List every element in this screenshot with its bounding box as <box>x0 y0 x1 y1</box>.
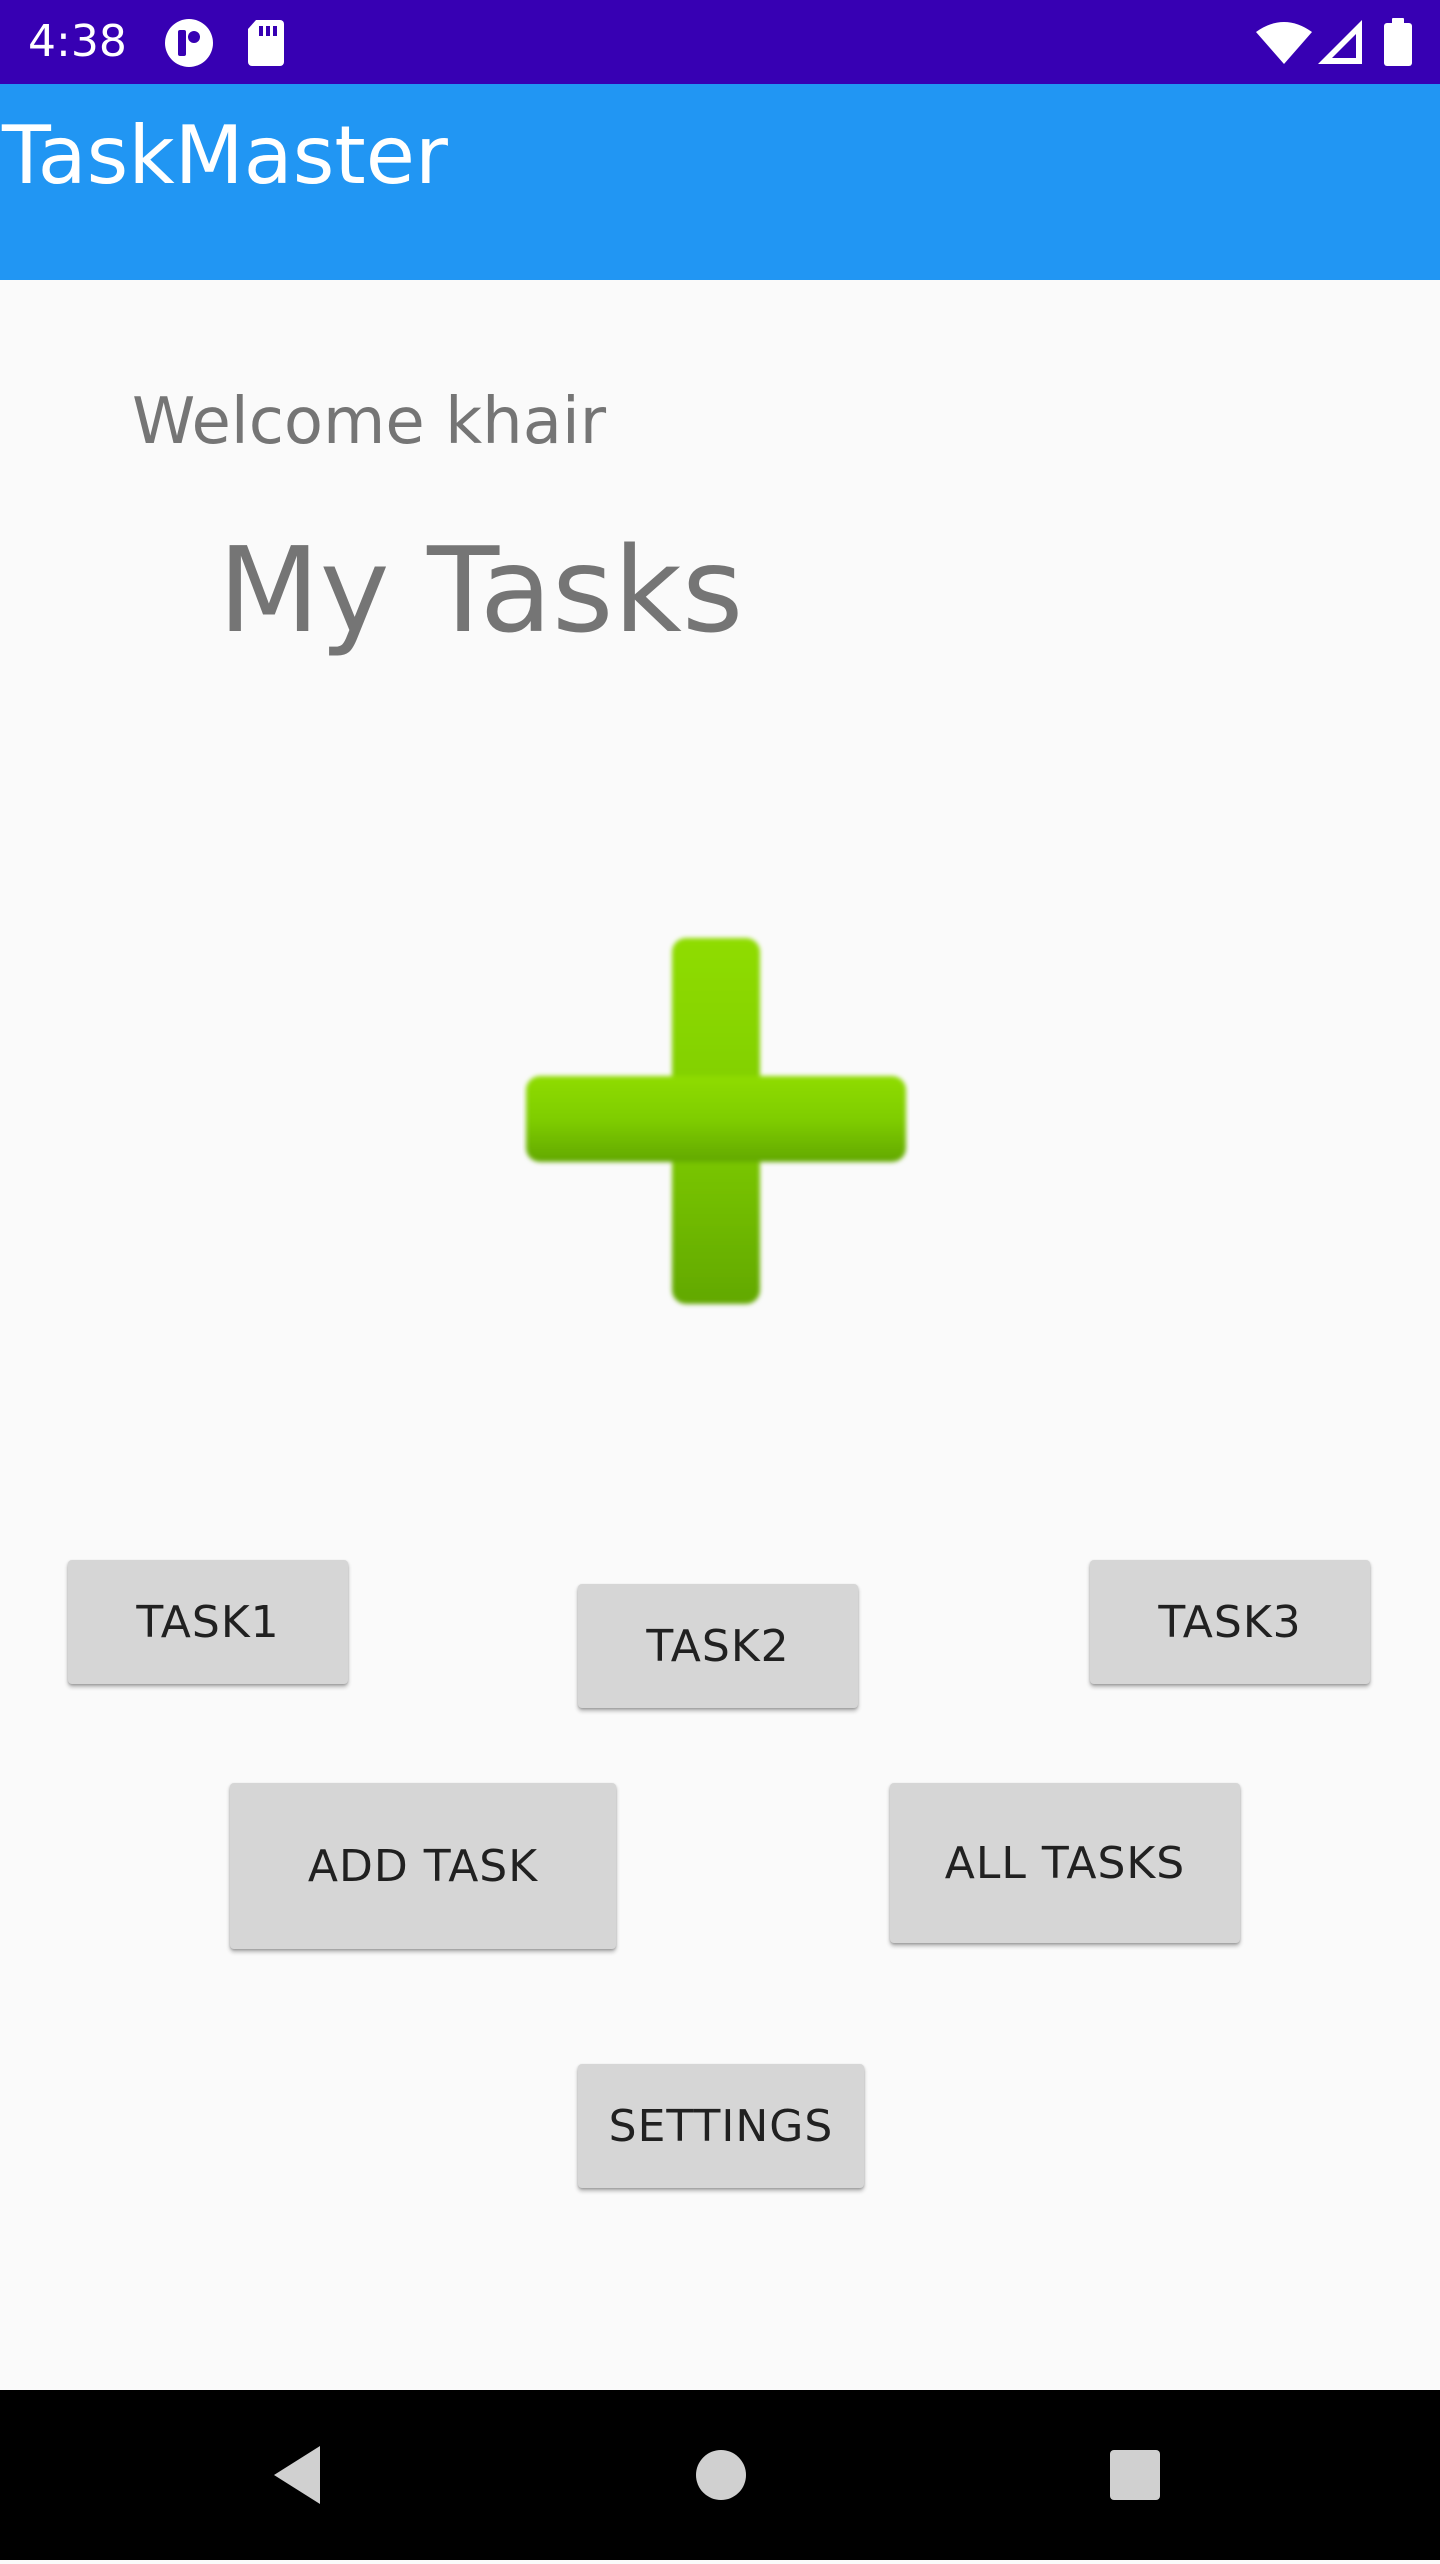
wifi-icon <box>1256 22 1312 68</box>
task2-button[interactable]: TASK2 <box>578 1584 858 1708</box>
add-task-button[interactable]: ADD TASK <box>230 1783 616 1949</box>
settings-button[interactable]: SETTINGS <box>578 2064 864 2188</box>
back-icon[interactable] <box>268 2390 328 2560</box>
welcome-text: Welcome khair <box>132 385 607 459</box>
recents-icon[interactable] <box>1108 2390 1162 2560</box>
all-tasks-button[interactable]: ALL TASKS <box>890 1783 1240 1943</box>
page-title: My Tasks <box>218 521 744 659</box>
add-plus-icon <box>522 932 910 1310</box>
task3-button[interactable]: TASK3 <box>1090 1560 1370 1684</box>
status-time: 4:38 <box>28 16 127 67</box>
app-title: TaskMaster <box>2 109 448 202</box>
home-icon[interactable] <box>694 2390 748 2560</box>
app-notification-icon <box>164 18 214 72</box>
battery-icon <box>1384 18 1412 70</box>
app-bar: TaskMaster <box>0 84 1440 280</box>
task1-button[interactable]: TASK1 <box>68 1560 348 1684</box>
sd-card-icon <box>248 20 284 70</box>
navigation-bar <box>0 2390 1440 2560</box>
cell-signal-icon <box>1318 20 1362 68</box>
status-bar: 4:38 <box>0 0 1440 84</box>
